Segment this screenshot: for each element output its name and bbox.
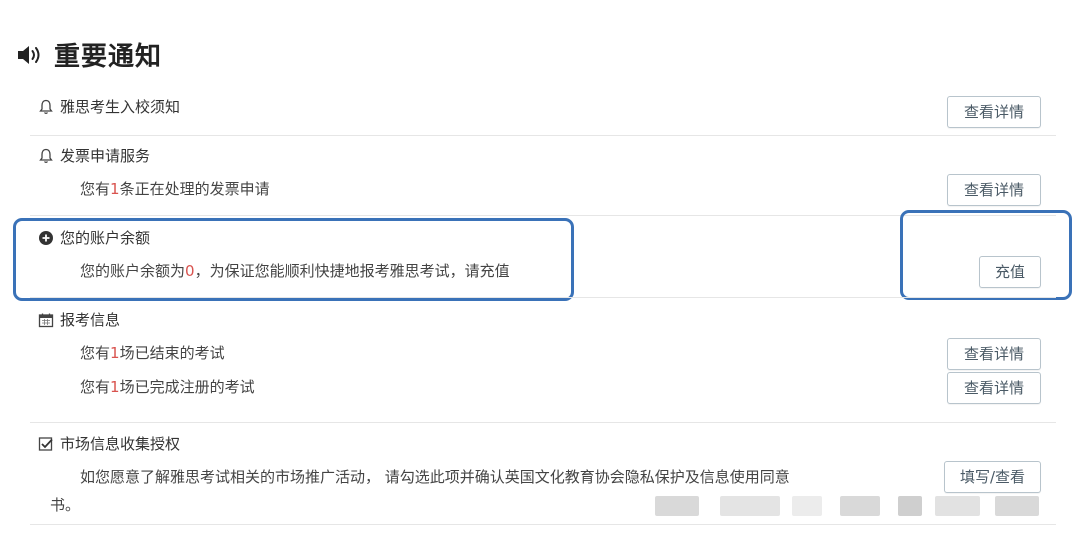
bell-icon: [38, 99, 54, 115]
divider: [30, 524, 1056, 525]
plus-circle-icon: [38, 230, 54, 246]
redacted-block: [720, 496, 780, 516]
invoice-count: 1: [110, 180, 120, 198]
recharge-button[interactable]: 充值: [979, 256, 1041, 288]
invoice-status-text: 您有1条正在处理的发票申请: [80, 180, 270, 198]
redacted-block: [898, 496, 922, 516]
view-details-button[interactable]: 查看详情: [947, 372, 1041, 404]
bell-icon: [38, 148, 54, 164]
redacted-block: [935, 496, 980, 516]
view-details-button[interactable]: 查看详情: [947, 96, 1041, 128]
notice-title: 报考信息: [60, 311, 121, 329]
redacted-block: [995, 496, 1039, 516]
calendar-icon: [38, 312, 54, 328]
redacted-block: [840, 496, 880, 516]
market-consent-text-2: 书。: [50, 496, 81, 514]
notice-registration: 报考信息: [38, 309, 120, 330]
notice-invoice: 发票申请服务: [38, 145, 150, 166]
divider: [30, 297, 1056, 298]
market-consent-text: 如您愿意了解雅思考试相关的市场推广活动， 请勾选此项并确认英国文化教育协会隐私保…: [80, 468, 790, 486]
view-details-button[interactable]: 查看详情: [947, 174, 1041, 206]
page-title: 重要通知: [54, 42, 163, 72]
notice-balance: 您的账户余额: [38, 227, 150, 248]
redacted-block: [655, 496, 699, 516]
registered-exam-text: 您有1场已完成注册的考试: [80, 378, 255, 396]
notice-title: 发票申请服务: [60, 147, 151, 165]
finished-exam-text: 您有1场已结束的考试: [80, 344, 225, 362]
checkbox-icon[interactable]: [38, 436, 54, 452]
balance-text: 您的账户余额为0，为保证您能顺利快捷地报考雅思考试，请充值: [80, 262, 510, 280]
divider: [30, 135, 1056, 136]
notice-title: 雅思考生入校须知: [60, 98, 181, 116]
speaker-icon: [16, 43, 44, 67]
page-header: 重要通知: [16, 36, 162, 73]
divider: [30, 422, 1056, 423]
notice-market[interactable]: 市场信息收集授权: [38, 433, 180, 454]
balance-amount: 0: [185, 262, 195, 280]
notice-title: 市场信息收集授权: [60, 435, 181, 453]
notice-title: 您的账户余额: [60, 229, 151, 247]
notice-ielts-entry: 雅思考生入校须知: [38, 96, 180, 117]
redacted-block: [792, 496, 822, 516]
view-details-button[interactable]: 查看详情: [947, 338, 1041, 370]
fill-view-button[interactable]: 填写/查看: [944, 461, 1041, 493]
